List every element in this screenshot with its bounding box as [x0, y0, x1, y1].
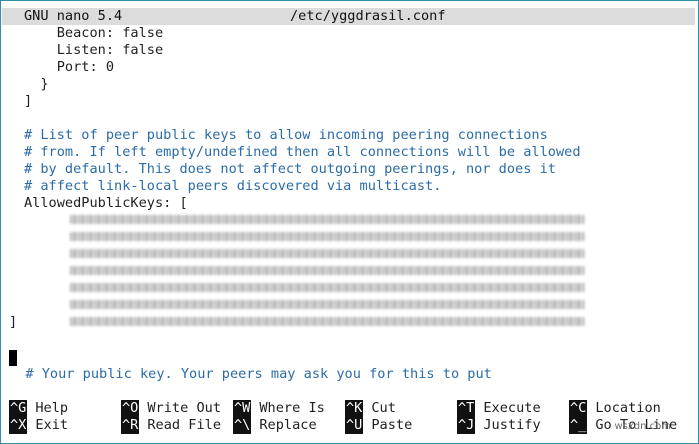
key-hint: ^G: [9, 400, 28, 417]
file-path: /etc/yggdrasil.conf: [290, 8, 446, 24]
shortcut-label: Justify: [483, 417, 541, 433]
app-version: GNU nano 5.4: [24, 8, 123, 24]
code-line: Beacon: false: [24, 25, 164, 41]
code-line: }: [24, 76, 49, 92]
key-hint: ^K: [345, 400, 364, 417]
shortcut-label: Cut: [371, 400, 396, 416]
shortcut-label: Write Out: [147, 400, 222, 416]
code-line: Listen: false: [24, 42, 164, 58]
redacted-key-row: [70, 283, 585, 292]
shortcut-label: Paste: [371, 417, 413, 433]
shortcut-label: Read File: [147, 417, 222, 433]
shortcut-execute[interactable]: ^T Execute: [457, 400, 541, 417]
shortcut-exit[interactable]: ^X Exit: [9, 417, 68, 434]
shortcut-help[interactable]: ^G Help: [9, 400, 68, 417]
redacted-key-row: [70, 215, 585, 224]
code-line: ]: [24, 93, 33, 109]
code-line: AllowedPublicKeys: [: [24, 195, 188, 211]
key-hint: ^R: [121, 417, 140, 434]
key-hint: ^_: [569, 417, 588, 434]
comment-line: # from. If left empty/undefined then all…: [24, 144, 581, 160]
redacted-key-row: [70, 249, 585, 258]
key-hint: ^U: [345, 417, 364, 434]
comment-line: # by default. This does not affect outgo…: [24, 161, 556, 177]
shortcut-label: Replace: [259, 417, 317, 433]
shortcut-label: Location: [595, 400, 661, 416]
key-hint: ^J: [457, 417, 476, 434]
shortcut-label: Exit: [35, 417, 69, 433]
redacted-key-row: [70, 232, 585, 241]
key-hint: ^T: [457, 400, 476, 417]
comment-line: # Your public key. Your peers may ask yo…: [9, 366, 492, 382]
shortcut-replace[interactable]: ^\ Replace: [233, 417, 317, 434]
shortcut-label: Execute: [483, 400, 541, 416]
comment-line: # affect link-local peers discovered via…: [24, 178, 442, 194]
shortcut-location[interactable]: ^C Location: [569, 400, 661, 417]
key-hint: ^W: [233, 400, 252, 417]
key-hint: ^X: [9, 417, 28, 434]
nano-title-bar: GNU nano 5.4 /etc/yggdrasil.conf: [2, 8, 695, 25]
shortcut-justify[interactable]: ^J Justify: [457, 417, 541, 434]
shortcut-bar: ^G Help ^X Exit ^O Write Out ^R Read File ^W…: [0, 398, 699, 438]
redacted-key-row: [70, 317, 585, 326]
shortcut-label: Help: [35, 400, 69, 416]
comment-line: # List of peer public keys to allow inco…: [24, 127, 548, 143]
redacted-key-row: [70, 300, 585, 309]
code-line: ]: [9, 314, 18, 330]
code-line: Port: 0: [24, 59, 115, 75]
shortcut-label: Where Is: [259, 400, 325, 416]
shortcut-read-file[interactable]: ^R Read File: [121, 417, 221, 434]
text-cursor: [9, 350, 17, 366]
shortcut-cut[interactable]: ^K Cut: [345, 400, 396, 417]
key-hint: ^\: [233, 417, 252, 434]
shortcut-where-is[interactable]: ^W Where Is: [233, 400, 325, 417]
redacted-key-row: [70, 266, 585, 275]
watermark-text: wsxdn.com: [614, 421, 671, 432]
key-hint: ^C: [569, 400, 588, 417]
shortcut-paste[interactable]: ^U Paste: [345, 417, 412, 434]
key-hint: ^O: [121, 400, 140, 417]
shortcut-write-out[interactable]: ^O Write Out: [121, 400, 221, 417]
